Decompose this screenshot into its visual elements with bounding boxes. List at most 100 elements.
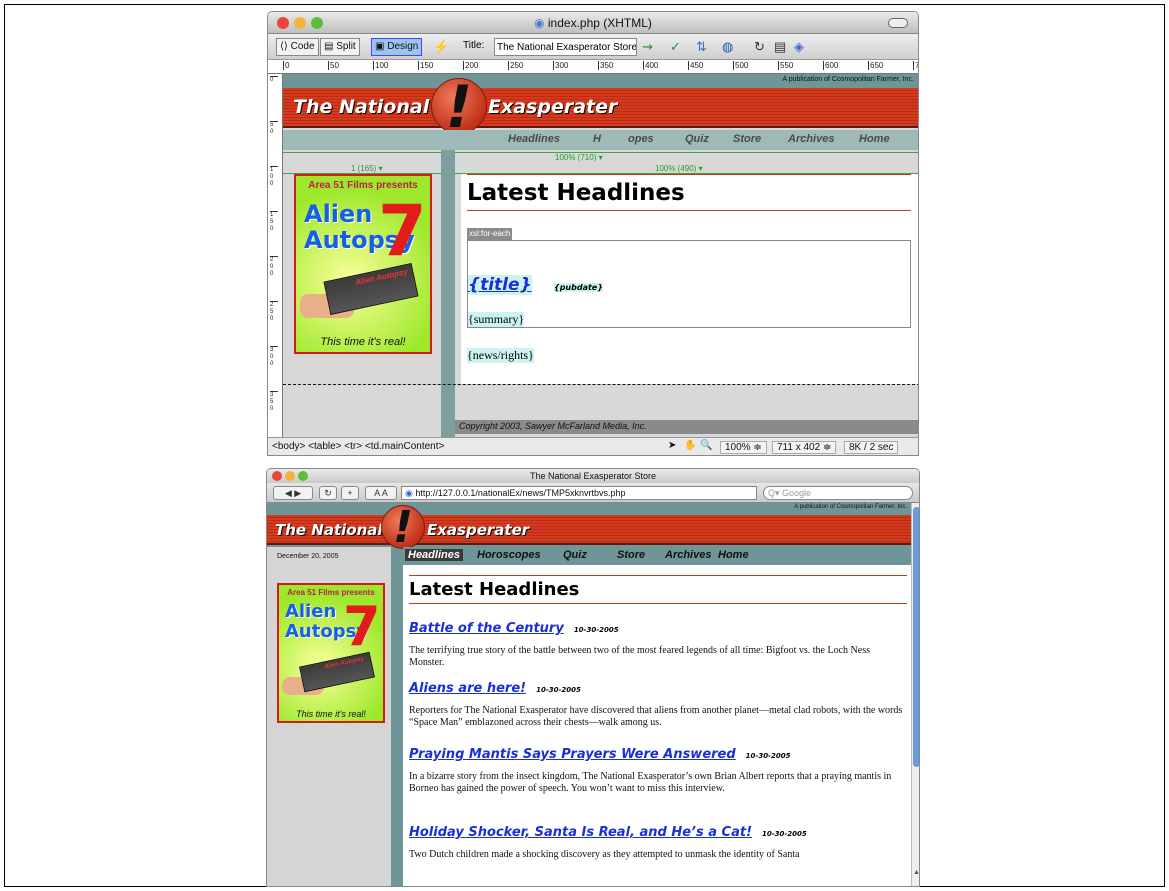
view-options-icon[interactable]: ▤ bbox=[774, 39, 786, 55]
article-date: 10-30-2005 bbox=[573, 626, 619, 634]
ruler-tick-label: 650 bbox=[868, 61, 884, 70]
vertical-ruler-tick-label: 1 5 0 bbox=[270, 211, 278, 233]
browser-nav-quiz[interactable]: Quiz bbox=[563, 549, 587, 561]
scroll-arrows-icon[interactable]: ▲▼ bbox=[913, 869, 919, 876]
nav-item-archives[interactable]: Archives bbox=[788, 133, 834, 145]
article-summary: The terrifying true story of the battle … bbox=[409, 645, 870, 668]
summary-placeholder[interactable]: {summary} bbox=[468, 312, 525, 327]
browser-nav-store[interactable]: Store bbox=[617, 549, 645, 561]
browser-nav-home[interactable]: Home bbox=[718, 549, 749, 561]
browser-page[interactable]: A publication of Cosmopolitan Farmer, In… bbox=[267, 503, 911, 886]
horizontal-ruler: 0 50 100 150 200 250 300 350 400 450 500 550 600 650 7… bbox=[268, 60, 918, 74]
document-title-input[interactable] bbox=[494, 38, 637, 56]
article-title-link[interactable]: Praying Mantis Says Prayers Were Answere… bbox=[409, 747, 736, 762]
alien-autopsy-ad[interactable]: Area 51 Films presents Alien Autopsy 7 A… bbox=[294, 174, 432, 354]
file-transfer-icon[interactable]: ⇅ bbox=[696, 39, 707, 55]
nav-item-horoscopes-tail[interactable]: opes bbox=[628, 133, 654, 145]
article-title-link[interactable]: Aliens are here! bbox=[409, 681, 526, 696]
reload-icon[interactable]: ↻ bbox=[319, 486, 337, 500]
toolbar-toggle-button[interactable] bbox=[888, 18, 908, 28]
editor-window: ◉ index.php (XHTML) ⟨⟩ Code ▤ Split ▣ De… bbox=[267, 11, 919, 456]
vertical-ruler-tick-label: 0 bbox=[270, 76, 278, 84]
current-date: December 20, 2005 bbox=[277, 553, 339, 560]
zoom-select[interactable]: 100% ≑ bbox=[720, 441, 767, 454]
ad-title-line1: Alien bbox=[304, 200, 373, 228]
browser-exclamation-logo-icon: ! bbox=[381, 503, 425, 553]
tag-selector[interactable]: <body> <table> <tr> <td.mainContent> bbox=[272, 441, 444, 452]
design-view-button[interactable]: ▣ Design bbox=[371, 38, 423, 56]
masthead-left: The National bbox=[293, 96, 430, 118]
site-icon: ◉ bbox=[405, 488, 416, 498]
browser-window-title: The National Exasperator Store bbox=[529, 471, 657, 481]
validate-icon[interactable]: ⇝ bbox=[642, 39, 653, 55]
nav-item-headlines[interactable]: Headlines bbox=[508, 133, 560, 145]
vertical-ruler-tick-label: 1 0 0 bbox=[270, 166, 278, 188]
pubdate-placeholder[interactable]: {pubdate} bbox=[554, 283, 603, 292]
table-width-guides: 100% (710) ▾ 1 (165) ▾ 100% (490) ▾ bbox=[283, 152, 918, 174]
browser-alien-autopsy-ad[interactable]: Area 51 Films presents Alien Autopsy 7 A… bbox=[277, 583, 385, 723]
tagline-bar: A publication of Cosmopolitan Farmer, In… bbox=[283, 74, 918, 88]
vertical-ruler: 0 5 0 1 0 0 1 5 0 2 0 0 2 5 0 3 0 0 3 5 0 bbox=[268, 74, 283, 440]
table-width-marker[interactable]: 100% (710) ▾ bbox=[555, 153, 603, 162]
ruler-tick-label: 500 bbox=[733, 61, 749, 70]
nav-item-horoscopes-part[interactable]: H bbox=[593, 133, 601, 145]
hand-tool-icon[interactable]: ✋ bbox=[684, 440, 696, 451]
browser-masthead-right: Exasperater bbox=[427, 521, 530, 539]
rights-placeholder[interactable]: {news/rights} bbox=[467, 348, 534, 363]
column1-width-marker[interactable]: 1 (165) ▾ bbox=[351, 164, 383, 173]
back-forward-buttons[interactable]: ◀ ▶ bbox=[273, 486, 313, 500]
code-view-button[interactable]: ⟨⟩ Code bbox=[276, 38, 319, 56]
visual-aids-icon[interactable]: ◈ bbox=[794, 39, 804, 55]
document-toolbar: ⟨⟩ Code ▤ Split ▣ Design ⚡ Title: ⇝ ✓ ⇅ … bbox=[268, 34, 918, 60]
refresh-icon[interactable]: ↻ bbox=[754, 39, 765, 55]
add-bookmark-icon[interactable]: + bbox=[341, 486, 359, 500]
browser-masthead-left: The National bbox=[275, 521, 383, 539]
nav-item-home[interactable]: Home bbox=[859, 133, 890, 145]
pointer-tool-icon[interactable]: ➤ bbox=[668, 440, 676, 451]
download-time: 8K / 2 sec bbox=[844, 441, 899, 454]
split-view-button[interactable]: ▤ Split bbox=[320, 38, 360, 56]
browser-minimize-button[interactable] bbox=[285, 471, 295, 481]
design-canvas[interactable]: A publication of Cosmopolitan Farmer, In… bbox=[283, 74, 918, 440]
title-placeholder[interactable]: {title} bbox=[468, 275, 532, 295]
browser-latest-headlines-heading: Latest Headlines bbox=[409, 579, 580, 600]
browser-titlebar: The National Exasperator Store bbox=[267, 469, 919, 483]
nav-item-store[interactable]: Store bbox=[733, 133, 761, 145]
ruler-tick-label: 70 bbox=[913, 61, 918, 70]
browser-nav-horoscopes[interactable]: Horoscopes bbox=[477, 549, 541, 561]
vertical-ruler-tick-label: 5 0 bbox=[270, 121, 278, 136]
article-title-link[interactable]: Battle of the Century bbox=[409, 621, 564, 636]
google-search-field[interactable]: Q▾ Google bbox=[763, 486, 913, 500]
window-size-select[interactable]: 711 x 402 ≑ bbox=[772, 441, 837, 454]
article: Aliens are here! 10-30-2005 Reporters for… bbox=[409, 679, 905, 729]
browser-masthead: The National Exasperater bbox=[267, 515, 911, 545]
vertical-scrollbar[interactable]: ▲▼ bbox=[911, 503, 919, 886]
browser-nav-archives[interactable]: Archives bbox=[665, 549, 711, 561]
browser-zoom-button[interactable] bbox=[298, 471, 308, 481]
editor-titlebar: ◉ index.php (XHTML) bbox=[268, 12, 918, 34]
browser-heading-rule-bottom bbox=[409, 603, 907, 604]
browser-close-button[interactable] bbox=[272, 471, 282, 481]
ruler-tick-label: 0 bbox=[283, 61, 290, 70]
article-title-link[interactable]: Holiday Shocker, Santa Is Real, and He’s… bbox=[409, 825, 752, 840]
column2-width-marker[interactable]: 100% (490) ▾ bbox=[655, 164, 703, 173]
browser-nav-headlines[interactable]: Headlines bbox=[405, 549, 463, 561]
browser-ad-number: 7 bbox=[343, 595, 381, 658]
xsl-for-each-tab[interactable]: xsl:for-each bbox=[467, 228, 513, 240]
article-date: 10-30-2005 bbox=[762, 830, 807, 838]
zoom-tool-icon[interactable]: 🔍 bbox=[700, 440, 712, 451]
text-size-buttons[interactable]: A A bbox=[365, 486, 397, 500]
editor-status-bar: <body> <table> <tr> <td.mainContent> ➤ ✋… bbox=[268, 437, 918, 455]
scrollbar-thumb[interactable] bbox=[913, 507, 919, 767]
nav-item-quiz[interactable]: Quiz bbox=[685, 133, 709, 145]
browser-ad-title-line1: Alien bbox=[285, 601, 337, 622]
preview-globe-icon[interactable]: ◍ bbox=[722, 39, 733, 55]
address-bar[interactable]: ◉ http://127.0.0.1/nationalEx/news/TMP5x… bbox=[401, 486, 757, 500]
browser-nav-bar: Headlines Horoscopes Quiz Store Archives… bbox=[403, 547, 911, 565]
browser-check-icon[interactable]: ✓ bbox=[670, 39, 681, 55]
article-date: 10-30-2005 bbox=[745, 752, 791, 760]
ruler-tick-label: 150 bbox=[418, 61, 434, 70]
xsl-repeat-region[interactable]: {title} {pubdate} {summary} bbox=[467, 240, 911, 328]
main-content[interactable]: Latest Headlines xsl:for-each {title} {p… bbox=[461, 174, 918, 384]
live-data-icon[interactable]: ⚡ bbox=[433, 39, 449, 55]
